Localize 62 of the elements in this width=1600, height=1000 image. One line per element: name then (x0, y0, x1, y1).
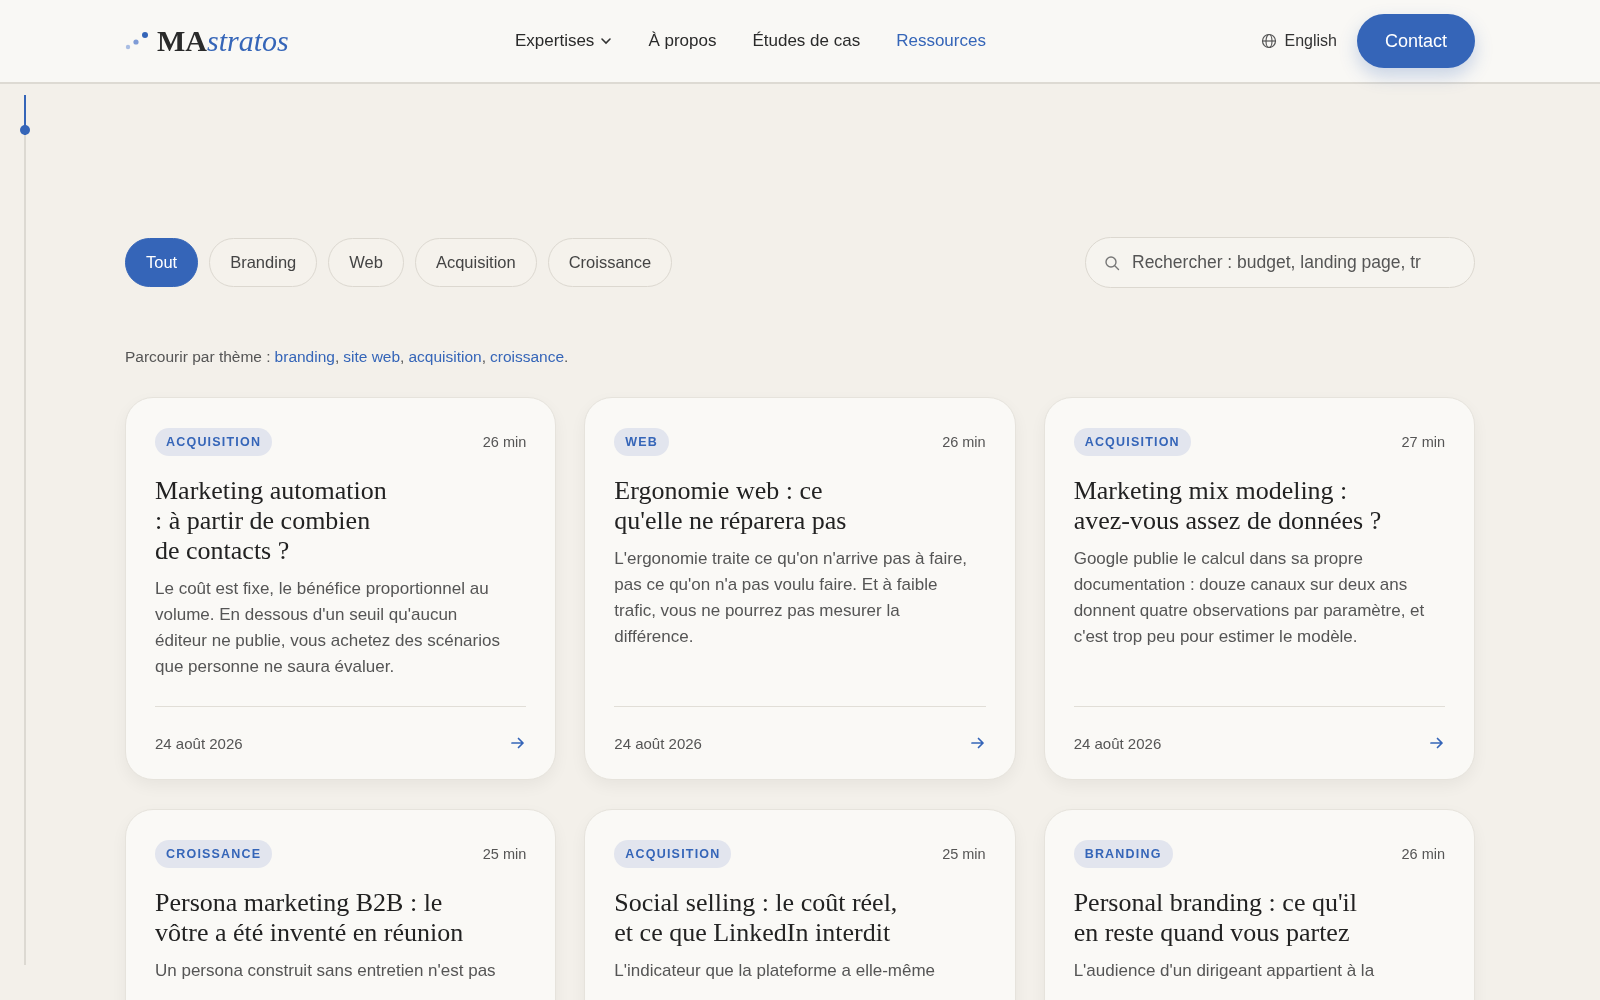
category-tag: ACQUISITION (614, 840, 732, 868)
read-time: 26 min (482, 434, 527, 450)
article-title: Social selling : le coût réel, et ce que LinkedIn interdit (614, 888, 899, 948)
theme-link[interactable]: croissance (490, 348, 565, 365)
logo-text: MAstratos (157, 24, 289, 58)
article-card[interactable]: ACQUISITION 25 min Social selling : le coût réel, et ce que LinkedIn interdit L'indicateur que la plateforme a elle-même (584, 809, 1016, 1000)
read-time: 25 min (482, 846, 527, 862)
article-excerpt: Le coût est fixe, le bénéfice proportionnel au volume. En dessous d'un seuil qu'aucun éditeur ne publie, vous achetez des scénarios que personne ne saura évaluer. (155, 578, 501, 678)
category-tag: BRANDING (1073, 840, 1173, 868)
filter-chip[interactable]: Tout (125, 238, 199, 287)
article-excerpt: Un persona construit sans entretien n'est pas (155, 960, 497, 982)
article-card[interactable] (125, 397, 557, 780)
contact-button[interactable]: Contact (1356, 14, 1475, 68)
theme-link[interactable]: branding (274, 348, 335, 365)
article-excerpt: L'audience d'un dirigeant appartient à la (1073, 960, 1376, 982)
filter-chip[interactable]: Branding (209, 238, 318, 287)
category-tag: CROISSANCE (155, 840, 273, 868)
category-tag: WEB (614, 428, 670, 456)
article-card[interactable] (1043, 397, 1475, 780)
chevron-down-icon (600, 37, 613, 45)
article-excerpt: L'ergonomie traite ce qu'on n'arrive pas à faire, pas ce qu'on n'a pas voulu faire. Et à faible trafic, vous ne pourrez pas mesurer la différence. (614, 548, 969, 648)
article-title: Ergonomie web : ce qu'elle ne réparera pas (614, 476, 848, 536)
arrow-right-icon (510, 736, 527, 750)
dots-icon (125, 31, 149, 51)
separator-text: , (334, 348, 340, 365)
filter-chip[interactable]: Croissance (547, 238, 673, 287)
article-excerpt: Google publie le calcul dans sa propre documentation : douze canaux sur deux ans donnent quatre observations par paramètre, et c'est trop peu pour estimer le modèle. (1073, 548, 1426, 648)
nav-link[interactable]: Expertises (515, 31, 613, 51)
article-title: Persona marketing B2B : le vôtre a été inventé en réunion (155, 888, 465, 948)
article-card[interactable]: CROISSANCE 25 min Persona marketing B2B : le vôtre a été inventé en réunion Un persona construit sans entretien n'est pas (125, 809, 557, 1000)
category-tag: ACQUISITION (1073, 428, 1191, 456)
separator-text: . (564, 348, 569, 365)
nav-link[interactable]: À propos (648, 31, 717, 51)
theme-link[interactable]: acquisition (408, 348, 482, 365)
article-date: 24 août 2026 (614, 734, 702, 752)
language-link[interactable]: English (1261, 32, 1337, 50)
category-tag: ACQUISITION (155, 428, 273, 456)
article-title: Personal branding : ce qu'il en reste quand vous partez (1073, 888, 1359, 948)
article-date: 24 août 2026 (155, 734, 243, 752)
article-date: 24 août 2026 (1073, 734, 1162, 752)
article-card[interactable] (584, 397, 1016, 780)
read-time: 26 min (942, 434, 986, 450)
arrow-right-icon (969, 736, 986, 750)
read-time: 27 min (1401, 434, 1445, 450)
read-time: 26 min (1401, 846, 1445, 862)
filter-chip[interactable]: Acquisition (414, 238, 537, 287)
separator-text: , (481, 348, 486, 365)
article-title: Marketing automation : à partir de combien de contacts ? (155, 476, 388, 566)
globe-icon (1261, 33, 1278, 49)
logo[interactable]: MAstratos (125, 24, 515, 58)
search-field[interactable]: Rechercher : budget, landing page, tr (1085, 237, 1475, 288)
article-excerpt: L'indicateur que la plateforme a elle-même (614, 960, 937, 982)
search-icon (1104, 255, 1120, 271)
nav-link[interactable]: Ressources (896, 31, 986, 51)
article-title: Marketing mix modeling : avez-vous assez de données ? (1073, 476, 1383, 536)
themes-label: Parcourir par thème : (125, 348, 271, 365)
read-time: 25 min (942, 846, 986, 862)
filter-chip[interactable]: Web (328, 238, 404, 287)
separator-text: , (400, 348, 405, 365)
nav-link[interactable]: Études de cas (752, 31, 861, 51)
arrow-right-icon (1429, 736, 1445, 750)
article-card[interactable]: BRANDING 26 min Personal branding : ce qu'il en reste quand vous partez L'audience d'un dirigeant appartient à la (1043, 809, 1475, 1000)
